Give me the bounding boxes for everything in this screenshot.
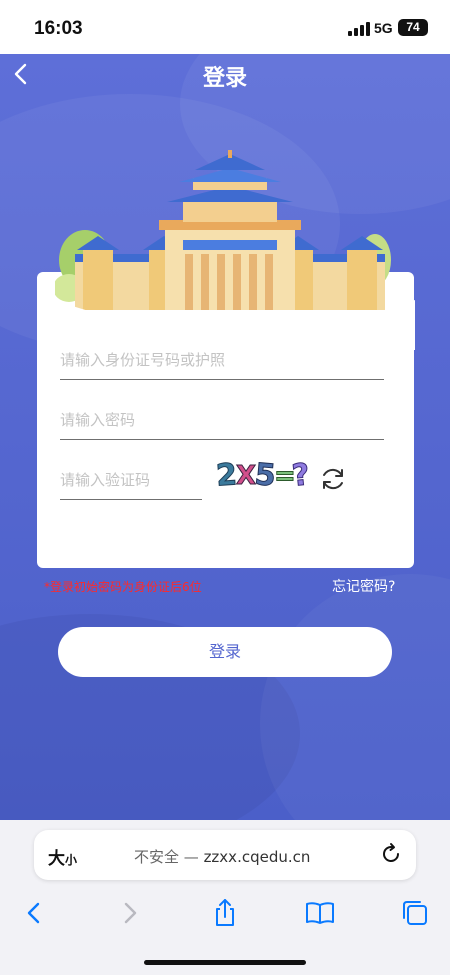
- tabs-icon: [403, 901, 427, 925]
- svg-text:2: 2: [216, 457, 238, 493]
- share-icon: [216, 899, 234, 926]
- home-indicator: [144, 960, 306, 965]
- reload-button[interactable]: [380, 842, 404, 866]
- id-number-input[interactable]: [60, 340, 384, 379]
- refresh-icon: [323, 468, 343, 490]
- forgot-password-link[interactable]: 忘记密码?: [332, 576, 395, 596]
- browser-chrome: 大小 不安全 — zzxx.cqedu.cn: [0, 820, 450, 975]
- login-page: 登录 请输入身份证号码或护照 请输入验证码 2 X 5 = ? *登录初始密码为…: [0, 54, 450, 820]
- captcha-field[interactable]: [60, 460, 202, 500]
- svg-text:?: ?: [290, 457, 311, 493]
- reload-icon: [383, 843, 399, 862]
- refresh-captcha-button[interactable]: [318, 464, 348, 494]
- book-icon: [306, 902, 334, 924]
- nav-back-button[interactable]: [17, 896, 51, 930]
- browser-toolbar: [0, 892, 450, 936]
- captcha-input[interactable]: [60, 460, 202, 499]
- status-time: 16:03: [34, 18, 83, 39]
- bookmarks-button[interactable]: [303, 896, 337, 930]
- security-label: 不安全 —: [134, 848, 199, 866]
- share-button[interactable]: [208, 896, 242, 930]
- domain-label: zzxx.cqedu.cn: [203, 848, 311, 866]
- page-title: 登录: [202, 66, 247, 91]
- chevron-left-icon: [27, 902, 40, 924]
- building-illustration: [55, 150, 415, 350]
- password-field[interactable]: [60, 400, 384, 440]
- tabs-button[interactable]: [398, 896, 432, 930]
- url-text: 不安全 — zzxx.cqedu.cn: [134, 846, 310, 867]
- login-button[interactable]: 登录: [58, 627, 392, 677]
- nav-forward-button[interactable]: [113, 896, 147, 930]
- password-hint: *登录初始密码为身份证后6位: [44, 580, 202, 594]
- text-size-small: 小: [65, 853, 78, 867]
- text-size-button[interactable]: 大小: [48, 844, 77, 869]
- battery-icon: 74: [398, 19, 428, 36]
- text-size-label: 大: [48, 849, 65, 869]
- status-bar: 16:03 5G 74: [0, 0, 450, 54]
- chevron-right-icon: [124, 902, 137, 924]
- network-type: 5G: [374, 20, 393, 36]
- captcha-image[interactable]: 2 X 5 = ?: [216, 453, 312, 493]
- password-input[interactable]: [60, 400, 384, 439]
- id-number-field[interactable]: [60, 340, 384, 380]
- address-bar[interactable]: 大小 不安全 — zzxx.cqedu.cn: [34, 830, 416, 880]
- signal-icon: [348, 22, 370, 36]
